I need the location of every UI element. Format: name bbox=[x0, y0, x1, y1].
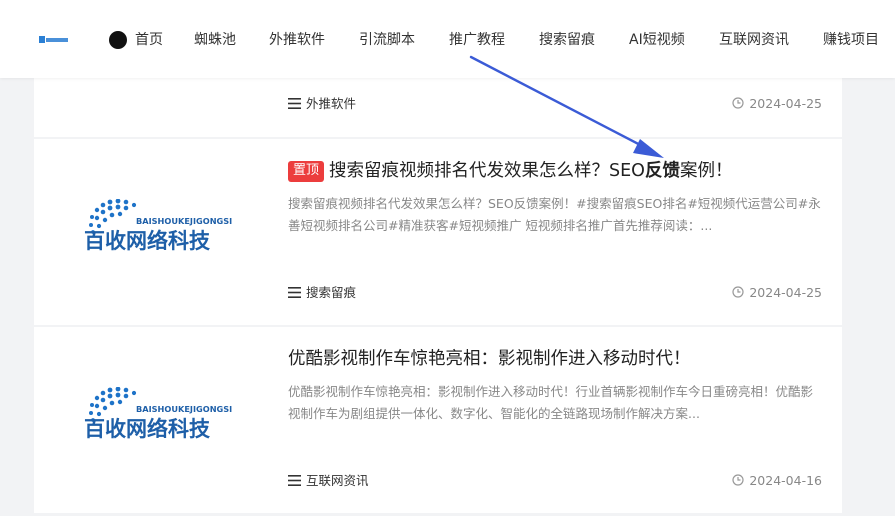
post-title-post: 案例！ bbox=[679, 161, 733, 181]
nav-item-promo-tutorials[interactable]: 推广教程 bbox=[449, 31, 505, 49]
post-category[interactable]: 搜索留痕 bbox=[288, 285, 356, 301]
post-date: 2024-04-25 bbox=[732, 285, 822, 301]
post-category-label: 搜索留痕 bbox=[306, 285, 357, 300]
post-date-label: 2024-04-16 bbox=[749, 473, 822, 488]
menu-list-icon bbox=[288, 98, 301, 109]
post-date-label: 2024-04-25 bbox=[749, 285, 822, 300]
post-title[interactable]: 置顶 搜索留痕视频排名代发效果怎么样？SEO反馈案例！ bbox=[288, 159, 818, 183]
pinned-badge: 置顶 bbox=[288, 161, 325, 182]
nav-item-spider-pool[interactable]: 蜘蛛池 bbox=[194, 31, 236, 49]
menu-list-icon bbox=[288, 287, 301, 298]
home-dot-icon bbox=[109, 31, 127, 49]
main-nav: 首页 蜘蛛池 外推软件 引流脚本 推广教程 搜索留痕 AI短视频 互联网资讯 赚… bbox=[0, 0, 895, 78]
top-navbar: 首页 蜘蛛池 外推软件 引流脚本 推广教程 搜索留痕 AI短视频 互联网资讯 赚… bbox=[0, 0, 895, 78]
post-thumbnail[interactable]: BAISHOUKEJIGONGSI 百收网络科技 bbox=[84, 199, 244, 255]
clock-icon bbox=[732, 97, 744, 109]
brand-en-text: BAISHOUKEJIGONGSI bbox=[136, 216, 232, 226]
post-date: 2024-04-25 bbox=[732, 96, 822, 112]
post-excerpt: 搜索留痕视频排名代发效果怎么样？SEO反馈案例！#搜索留痕SEO排名#短视频代运… bbox=[288, 196, 821, 233]
brand-cn-text: 百收网络科技 bbox=[84, 417, 211, 441]
nav-item-search-trace[interactable]: 搜索留痕 bbox=[539, 31, 595, 49]
post-title-bold: 反馈 bbox=[644, 161, 680, 181]
post-excerpt: 优酷影视制作车惊艳亮相：影视制作进入移动时代！行业首辆影视制作车今日重磅亮相！优… bbox=[288, 384, 814, 421]
nav-item-internet-news[interactable]: 互联网资讯 bbox=[719, 31, 789, 49]
nav-item-traffic-scripts[interactable]: 引流脚本 bbox=[359, 31, 415, 49]
post-date-label: 2024-04-25 bbox=[749, 96, 822, 111]
post-title[interactable]: 优酷影视制作车惊艳亮相：影视制作进入移动时代！ bbox=[288, 347, 818, 371]
nav-item-home[interactable]: 首页 bbox=[135, 31, 163, 49]
post-category-label: 互联网资讯 bbox=[306, 473, 369, 488]
post-card: BAISHOUKEJIGONGSI 百收网络科技 置顶 搜索留痕视频排名代发效果怎… bbox=[34, 139, 842, 325]
post-card: BAISHOUKEJIGONGSI 百收网络科技 优酷影视制作车惊艳亮相：影视制… bbox=[34, 327, 842, 513]
nav-item-outreach-software[interactable]: 外推软件 bbox=[269, 31, 325, 49]
brand-cn-text: 百收网络科技 bbox=[84, 229, 211, 253]
post-thumbnail[interactable]: BAISHOUKEJIGONGSI 百收网络科技 bbox=[84, 387, 244, 443]
clock-icon bbox=[732, 286, 744, 298]
post-title-pre: 搜索留痕视频排名代发效果怎么样？SEO bbox=[329, 161, 645, 181]
post-date: 2024-04-16 bbox=[732, 473, 822, 489]
nav-item-ai-video[interactable]: AI短视频 bbox=[629, 31, 685, 49]
post-card: 外推软件 2024-04-25 bbox=[34, 78, 842, 137]
brand-en-text: BAISHOUKEJIGONGSI bbox=[136, 404, 232, 414]
menu-list-icon bbox=[288, 475, 301, 486]
post-category-label: 外推软件 bbox=[306, 96, 357, 111]
nav-item-money-projects[interactable]: 赚钱项目 bbox=[823, 31, 879, 49]
clock-icon bbox=[732, 474, 744, 486]
post-category[interactable]: 互联网资讯 bbox=[288, 473, 369, 489]
post-category[interactable]: 外推软件 bbox=[288, 96, 356, 112]
